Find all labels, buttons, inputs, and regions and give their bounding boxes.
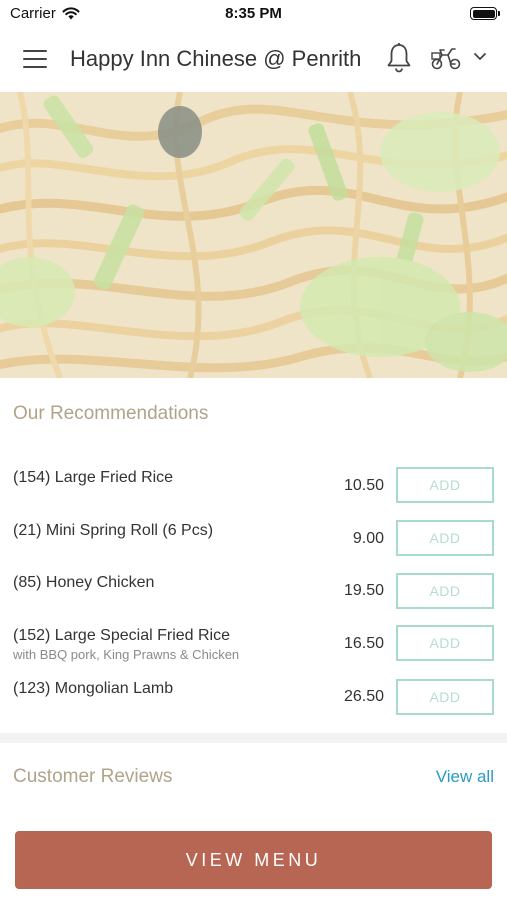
- view-all-reviews-link[interactable]: View all: [436, 767, 494, 787]
- bell-icon[interactable]: [385, 42, 413, 74]
- menu-item: (123) Mongolian Lamb 26.50 ADD: [0, 679, 507, 730]
- section-divider: [0, 733, 507, 743]
- menu-item-price: 16.50: [343, 635, 384, 652]
- reviews-title: Customer Reviews: [13, 766, 173, 787]
- menu-item-name: (154) Large Fried Rice: [13, 469, 174, 486]
- menu-item-name: (123) Mongolian Lamb: [13, 680, 174, 697]
- menu-item-price: 9.00: [352, 530, 384, 547]
- menu-item-price: 26.50: [343, 688, 384, 705]
- view-menu-button[interactable]: VIEW MENU: [15, 831, 492, 889]
- menu-item: (152) Large Special Fried Rice with BBQ …: [0, 625, 507, 677]
- menu-item-price: 19.50: [343, 582, 384, 599]
- add-button[interactable]: ADD: [396, 625, 494, 661]
- delivery-bike-icon[interactable]: [430, 45, 462, 71]
- menu-item-price: 10.50: [343, 477, 384, 494]
- battery-icon: [470, 7, 500, 20]
- chevron-down-icon[interactable]: [473, 52, 487, 62]
- menu-item: (21) Mini Spring Roll (6 Pcs) 9.00 ADD: [0, 520, 507, 572]
- menu-item: (154) Large Fried Rice 10.50 ADD: [0, 467, 507, 519]
- menu-icon[interactable]: [23, 50, 47, 68]
- menu-item-name: (152) Large Special Fried Rice: [13, 627, 230, 644]
- hero-food-image: [0, 92, 507, 378]
- status-bar: Carrier 8:35 PM: [0, 0, 507, 28]
- add-button[interactable]: ADD: [396, 467, 494, 503]
- restaurant-title: Happy Inn Chinese @ Penrith: [70, 46, 362, 71]
- recommendations-title: Our Recommendations: [13, 403, 209, 424]
- menu-item: (85) Honey Chicken 19.50 ADD: [0, 573, 507, 624]
- add-button[interactable]: ADD: [396, 520, 494, 556]
- menu-item-name: (85) Honey Chicken: [13, 574, 155, 591]
- add-button[interactable]: ADD: [396, 573, 494, 609]
- menu-item-name: (21) Mini Spring Roll (6 Pcs): [13, 522, 214, 539]
- menu-item-description: with BBQ pork, King Prawns & Chicken: [13, 647, 240, 662]
- app-header: Happy Inn Chinese @ Penrith: [0, 28, 507, 92]
- add-button[interactable]: ADD: [396, 679, 494, 715]
- clock: 8:35 PM: [225, 5, 282, 22]
